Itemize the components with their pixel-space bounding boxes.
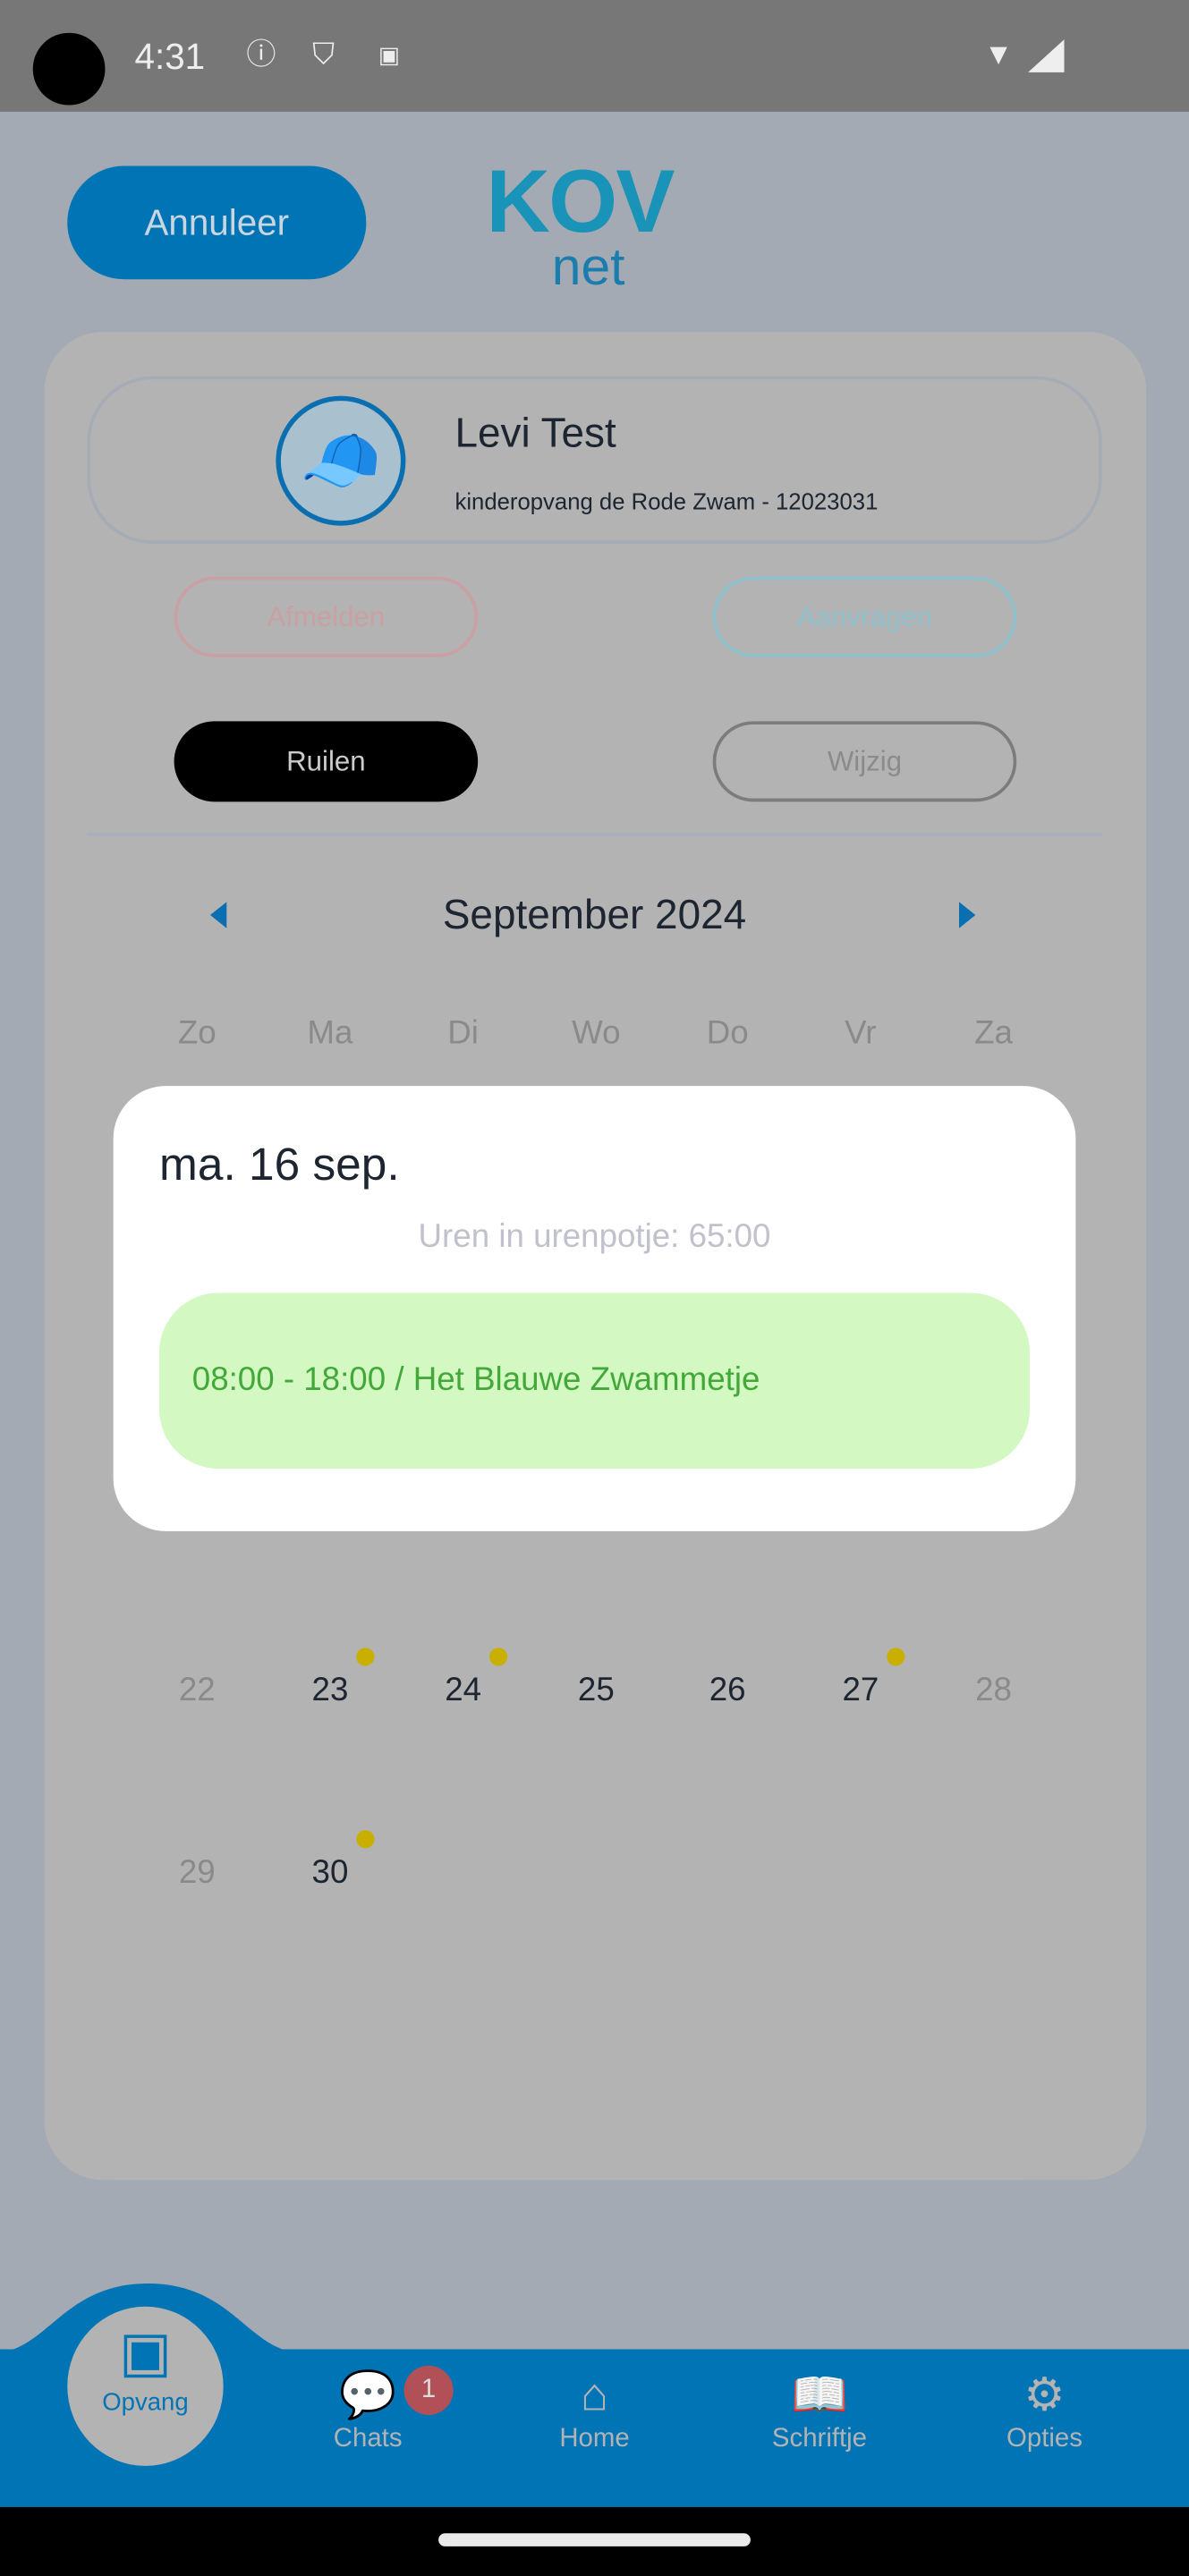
camera-cutout bbox=[32, 32, 106, 106]
calendar-day[interactable]: 27 bbox=[811, 1673, 910, 1710]
weekday-label: Vr bbox=[845, 1015, 877, 1052]
calendar-icon: ▣ bbox=[118, 2321, 172, 2385]
home-indicator[interactable] bbox=[438, 2533, 751, 2546]
book-icon: 📖 bbox=[790, 2368, 848, 2420]
booking-dot bbox=[356, 1830, 375, 1849]
next-month-icon[interactable] bbox=[959, 902, 976, 928]
slot-label: 08:00 - 18:00 / Het Blauwe Zwammetje bbox=[191, 1361, 760, 1399]
weekday-label: Do bbox=[706, 1015, 749, 1052]
calendar-day[interactable]: 23 bbox=[281, 1673, 379, 1710]
gear-icon: ⚙ bbox=[1023, 2368, 1066, 2420]
nav-opvang[interactable]: ▣ Opvang bbox=[67, 2306, 224, 2466]
calendar-day[interactable]: 25 bbox=[547, 1673, 645, 1710]
nav-opties[interactable]: ⚙ Opties bbox=[963, 2366, 1127, 2454]
calendar-day[interactable]: 29 bbox=[148, 1855, 246, 1893]
booking-dot bbox=[356, 1648, 375, 1666]
weekday-label: Zo bbox=[177, 1015, 217, 1052]
nav-home[interactable]: ⌂ Home bbox=[513, 2366, 677, 2454]
weekday-label: Za bbox=[974, 1015, 1013, 1052]
aanvragen-button[interactable]: Aanvragen bbox=[712, 576, 1017, 657]
ruilen-button[interactable]: Ruilen bbox=[174, 721, 479, 802]
screen: 4:31 ⓘ ⛉ ▣ ▼ Annuleer KOV net 🧢 Levi Tes… bbox=[0, 0, 1189, 2576]
avatar: 🧢 bbox=[276, 395, 406, 526]
wifi-icon: ▼ bbox=[983, 38, 1014, 71]
shield-icon: ⛉ bbox=[312, 38, 335, 71]
accessibility-icon: ▣ bbox=[378, 40, 401, 68]
child-name: Levi Test bbox=[454, 411, 616, 457]
hours-balance: Uren in urenpotje: 65:00 bbox=[418, 1218, 771, 1256]
calendar-day[interactable]: 26 bbox=[678, 1673, 777, 1710]
signal-icon bbox=[1028, 39, 1065, 72]
month-title: September 2024 bbox=[442, 892, 747, 938]
calendar-day[interactable]: 22 bbox=[148, 1673, 246, 1710]
modal-date: ma. 16 sep. bbox=[159, 1138, 400, 1190]
status-time: 4:31 bbox=[134, 36, 206, 78]
nav-label: Schriftje bbox=[771, 2425, 868, 2453]
divider bbox=[87, 833, 1102, 836]
nav-schriftje[interactable]: 📖 Schriftje bbox=[737, 2366, 902, 2454]
nav-label: Opties bbox=[1006, 2425, 1083, 2453]
wijzig-button[interactable]: Wijzig bbox=[712, 721, 1017, 802]
nav-label: Home bbox=[559, 2425, 630, 2453]
nav-label: Opvang bbox=[102, 2388, 189, 2417]
chat-badge: 1 bbox=[403, 2365, 454, 2415]
nav-label: Chats bbox=[333, 2425, 403, 2453]
calendar-day[interactable]: 28 bbox=[944, 1673, 1042, 1710]
organization: kinderopvang de Rode Zwam - 12023031 bbox=[454, 487, 879, 514]
calendar-day[interactable]: 24 bbox=[414, 1673, 513, 1710]
booking-dot bbox=[887, 1648, 905, 1666]
kovnet-logo: KOV net bbox=[486, 152, 675, 296]
booking-slot[interactable]: 08:00 - 18:00 / Het Blauwe Zwammetje bbox=[159, 1292, 1030, 1470]
weekday-label: Wo bbox=[572, 1015, 621, 1052]
weekday-label: Di bbox=[447, 1015, 479, 1052]
home-icon: ⌂ bbox=[580, 2368, 609, 2420]
weekday-label: Ma bbox=[307, 1015, 353, 1052]
info-icon: ⓘ bbox=[246, 38, 276, 71]
prev-month-icon[interactable] bbox=[209, 902, 227, 928]
booking-dot bbox=[489, 1648, 508, 1666]
profile-card bbox=[87, 376, 1102, 544]
calendar-day[interactable]: 30 bbox=[281, 1855, 379, 1893]
afmelden-button[interactable]: Afmelden bbox=[174, 576, 479, 657]
cancel-button[interactable]: Annuleer bbox=[67, 165, 367, 280]
